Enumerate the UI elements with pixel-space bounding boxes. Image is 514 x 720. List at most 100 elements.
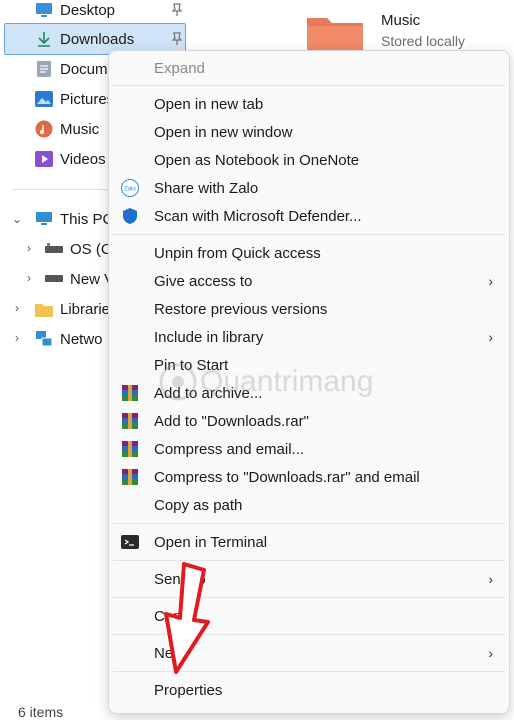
chevron-down-icon[interactable]: ⌄: [10, 212, 24, 226]
nav-divider: [12, 189, 112, 190]
winrar-icon: [122, 385, 138, 401]
menu-separator: [113, 234, 505, 235]
menu-item-label: Properties: [154, 681, 223, 699]
svg-text:Zalo: Zalo: [124, 187, 136, 193]
folder-icon: [34, 299, 54, 319]
nav-item-network[interactable]: Netwo: [34, 324, 103, 354]
computer-icon: [34, 209, 54, 229]
menu-item-open-new-tab[interactable]: Open in new tab: [109, 90, 509, 118]
menu-item-expand[interactable]: Expand: [109, 54, 509, 82]
menu-item-open-onenote[interactable]: Open as Notebook in OneNote: [109, 146, 509, 174]
winrar-icon: [122, 441, 138, 457]
menu-item-label: Open in new tab: [154, 95, 264, 113]
nav-item-documents[interactable]: Docume: [34, 54, 116, 84]
nav-item-desktop[interactable]: Desktop: [34, 0, 115, 25]
chevron-right-icon[interactable]: ›: [22, 241, 36, 255]
menu-item-compress-email[interactable]: Compress and email...: [109, 435, 509, 463]
menu-item-share-zalo[interactable]: Zalo Share with Zalo: [109, 174, 509, 202]
menu-separator: [113, 560, 505, 561]
menu-item-give-access[interactable]: Give access to ›: [109, 267, 509, 295]
menu-item-label: Restore previous versions: [154, 300, 328, 318]
defender-shield-icon: [123, 208, 137, 224]
menu-item-open-new-window[interactable]: Open in new window: [109, 118, 509, 146]
menu-item-add-archive[interactable]: Add to archive...: [109, 379, 509, 407]
pin-icon: [171, 32, 183, 45]
menu-item-properties[interactable]: Properties: [109, 676, 509, 704]
chevron-right-icon: ›: [488, 329, 493, 345]
menu-item-label: Open as Notebook in OneNote: [154, 151, 360, 169]
menu-item-label: Compress and email...: [154, 440, 305, 458]
pin-icon: [171, 3, 183, 16]
menu-item-label: New: [154, 644, 185, 662]
zalo-icon: Zalo: [121, 179, 139, 197]
menu-item-label: Add to archive...: [154, 384, 263, 402]
chevron-right-icon: ›: [488, 571, 493, 587]
chevron-right-icon[interactable]: ›: [22, 271, 36, 285]
terminal-icon: [121, 535, 139, 549]
menu-item-label: Unpin from Quick access: [154, 244, 321, 262]
nav-item-music[interactable]: Music: [34, 114, 99, 144]
menu-item-include-library[interactable]: Include in library ›: [109, 323, 509, 351]
network-icon: [34, 329, 54, 349]
menu-separator: [113, 671, 505, 672]
menu-item-add-downloads-rar[interactable]: Add to "Downloads.rar": [109, 407, 509, 435]
winrar-icon: [122, 469, 138, 485]
menu-item-label: Include in library: [154, 328, 264, 346]
desktop-icon: [34, 0, 54, 20]
menu-item-copy-path[interactable]: Copy as path: [109, 491, 509, 519]
folder-title: Music: [381, 12, 421, 29]
drive-icon: [44, 239, 64, 259]
menu-item-send-to[interactable]: Send to ›: [109, 565, 509, 593]
nav-item-videos[interactable]: Videos: [34, 144, 106, 174]
document-icon: [34, 59, 54, 79]
menu-item-new[interactable]: New ›: [109, 639, 509, 667]
music-icon: [34, 119, 54, 139]
menu-item-label: Pin to Start: [154, 356, 229, 374]
menu-item-label: Share with Zalo: [154, 179, 259, 197]
nav-item-label: This PC: [60, 210, 114, 228]
nav-item-drive-new[interactable]: New V: [44, 264, 114, 294]
menu-item-scan-defender[interactable]: Scan with Microsoft Defender...: [109, 202, 509, 230]
nav-item-label: Desktop: [60, 1, 116, 19]
download-icon: [34, 29, 54, 49]
menu-separator: [113, 85, 505, 86]
menu-item-label: Open in new window: [154, 123, 293, 141]
menu-item-label: Copy as path: [154, 496, 243, 514]
menu-item-pin-start[interactable]: Pin to Start: [109, 351, 509, 379]
menu-item-unpin-quick-access[interactable]: Unpin from Quick access: [109, 239, 509, 267]
menu-item-restore-versions[interactable]: Restore previous versions: [109, 295, 509, 323]
nav-item-label: Pictures: [60, 90, 115, 108]
menu-separator: [113, 634, 505, 635]
nav-item-drive-c[interactable]: OS (C:: [44, 234, 116, 264]
nav-item-label: Netwo: [60, 330, 103, 348]
menu-item-compress-rar-email[interactable]: Compress to "Downloads.rar" and email: [109, 463, 509, 491]
menu-item-label: Add to "Downloads.rar": [154, 412, 309, 430]
winrar-icon: [122, 413, 138, 429]
chevron-right-icon: ›: [488, 645, 493, 661]
drive-icon: [44, 269, 64, 289]
nav-item-label: Videos: [60, 150, 106, 168]
menu-item-label: Send to: [154, 570, 206, 588]
chevron-right-icon[interactable]: ›: [10, 301, 24, 315]
folder-subtitle: Stored locally: [381, 33, 466, 49]
menu-item-label: Give access to: [154, 272, 253, 290]
menu-item-label: Scan with Microsoft Defender...: [154, 207, 362, 225]
menu-item-copy[interactable]: Copy: [109, 602, 509, 630]
menu-item-open-terminal[interactable]: Open in Terminal: [109, 528, 509, 556]
context-menu: Expand Open in new tab Open in new windo…: [108, 50, 510, 714]
menu-separator: [113, 597, 505, 598]
chevron-right-icon[interactable]: ›: [10, 331, 24, 345]
nav-item-this-pc[interactable]: This PC: [34, 204, 113, 234]
menu-separator: [113, 523, 505, 524]
nav-item-label: Librarie: [60, 300, 111, 318]
nav-item-libraries[interactable]: Librarie: [34, 294, 110, 324]
chevron-right-icon: ›: [488, 273, 493, 289]
nav-item-label: Music: [60, 120, 100, 138]
menu-item-label: Copy: [154, 607, 190, 625]
nav-item-pictures[interactable]: Pictures: [34, 84, 114, 114]
menu-item-label: Open in Terminal: [154, 533, 268, 551]
status-item-count: 6 items: [18, 704, 64, 720]
pictures-icon: [34, 89, 54, 109]
nav-item-label: Downloads: [60, 30, 135, 48]
menu-item-label: Compress to "Downloads.rar" and email: [154, 468, 420, 486]
